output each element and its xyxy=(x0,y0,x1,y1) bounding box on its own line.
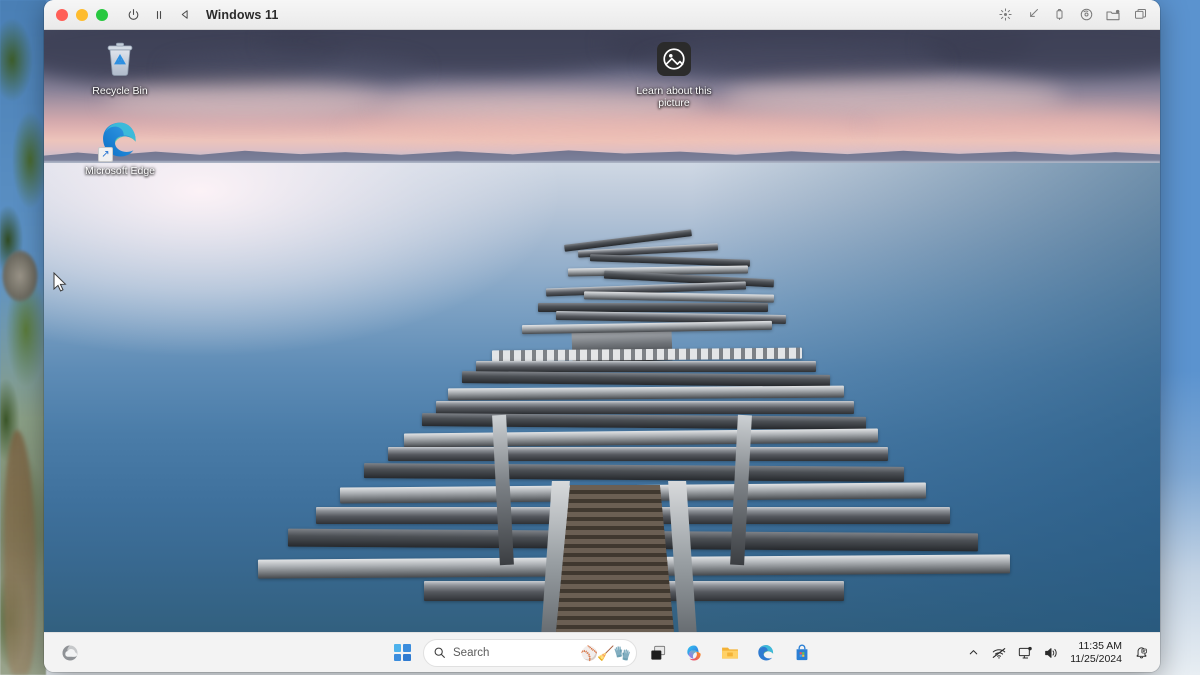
shared-folder-icon[interactable] xyxy=(1103,5,1123,25)
host-desktop: Windows 11 Recycle Bin ↗ Microsoft Edge … xyxy=(0,0,1200,675)
vm-toolbar xyxy=(995,5,1150,25)
shortcut-arrow-icon: ↗ xyxy=(98,147,113,162)
taskbar-app-microsoft-store[interactable] xyxy=(787,638,817,668)
taskbar-search-box[interactable]: Search ⚾🧹🧤 xyxy=(423,638,637,667)
taskbar-app-microsoft-edge[interactable] xyxy=(751,638,781,668)
clock-time: 11:35 AM xyxy=(1078,639,1122,652)
resize-arrow-icon[interactable] xyxy=(1022,5,1042,25)
windows-desktop[interactable]: Recycle Bin ↗ Microsoft Edge Learn about… xyxy=(44,30,1160,632)
window-titlebar[interactable]: Windows 11 xyxy=(44,0,1160,30)
power-icon[interactable] xyxy=(122,4,144,26)
wallpaper-cloud xyxy=(724,78,1064,116)
pier-walkway xyxy=(549,485,681,632)
desktop-icon-label: Microsoft Edge xyxy=(84,165,156,177)
taskbar-system-tray: 11:35 AM 11/25/2024 xyxy=(964,640,1152,666)
host-wallpaper-bird xyxy=(2,250,38,302)
play-back-icon[interactable] xyxy=(174,4,196,26)
taskbar-app-copilot[interactable] xyxy=(679,638,709,668)
clock-date: 11/25/2024 xyxy=(1070,652,1122,665)
taskbar-app-task-view[interactable] xyxy=(643,638,673,668)
microsoft-edge-icon: ↗ xyxy=(98,118,142,162)
volume-icon[interactable] xyxy=(1042,644,1060,662)
desktop-icon-recycle-bin[interactable]: Recycle Bin xyxy=(82,38,158,97)
virtual-machine-window[interactable]: Windows 11 Recycle Bin ↗ Microsoft Edge … xyxy=(44,0,1160,672)
traffic-lights xyxy=(56,8,108,21)
desktop-icon-microsoft-edge[interactable]: ↗ Microsoft Edge xyxy=(82,118,158,177)
search-icon xyxy=(433,646,446,659)
disc-icon[interactable] xyxy=(1076,5,1096,25)
show-hidden-icons-chevron-icon[interactable] xyxy=(964,644,982,662)
maximize-window-button[interactable] xyxy=(96,8,108,21)
network-disconnected-icon[interactable] xyxy=(990,644,1008,662)
cast-monitor-icon[interactable] xyxy=(1016,644,1034,662)
wallpaper-cloud xyxy=(164,52,424,86)
taskbar-weather-widget[interactable] xyxy=(52,635,88,671)
pause-icon[interactable] xyxy=(148,4,170,26)
learn-about-picture-icon xyxy=(652,38,696,82)
taskbar-center-group: Search ⚾🧹🧤 xyxy=(387,638,817,668)
desktop-icon-learn-about-this-picture[interactable]: Learn about this picture xyxy=(636,38,712,109)
clean-sparkle-icon[interactable] xyxy=(995,5,1015,25)
window-title: Windows 11 xyxy=(206,7,279,22)
start-button[interactable] xyxy=(387,638,417,668)
wallpaper-cloud xyxy=(344,118,864,144)
usb-device-icon[interactable] xyxy=(1049,5,1069,25)
notifications-icon[interactable] xyxy=(1132,644,1150,662)
taskbar-clock[interactable]: 11:35 AM 11/25/2024 xyxy=(1070,640,1122,666)
duplicate-windows-icon[interactable] xyxy=(1130,5,1150,25)
desktop-icon-label: Recycle Bin xyxy=(92,85,148,97)
desktop-icon-label: Learn about this picture xyxy=(636,85,712,109)
taskbar-app-file-explorer[interactable] xyxy=(715,638,745,668)
minimize-window-button[interactable] xyxy=(76,8,88,21)
windows-taskbar[interactable]: Search ⚾🧹🧤 11:35 AM 11/25/2024 xyxy=(44,632,1160,672)
close-window-button[interactable] xyxy=(56,8,68,21)
wallpaper-cloud xyxy=(864,114,1160,138)
vm-power-controls xyxy=(122,4,196,26)
recycle-bin-icon xyxy=(98,38,142,82)
windows-logo-icon xyxy=(393,644,411,661)
wallpaper-pier xyxy=(44,163,1160,632)
search-emoji-icon: ⚾🧹🧤 xyxy=(580,644,631,661)
search-placeholder: Search xyxy=(453,646,490,659)
